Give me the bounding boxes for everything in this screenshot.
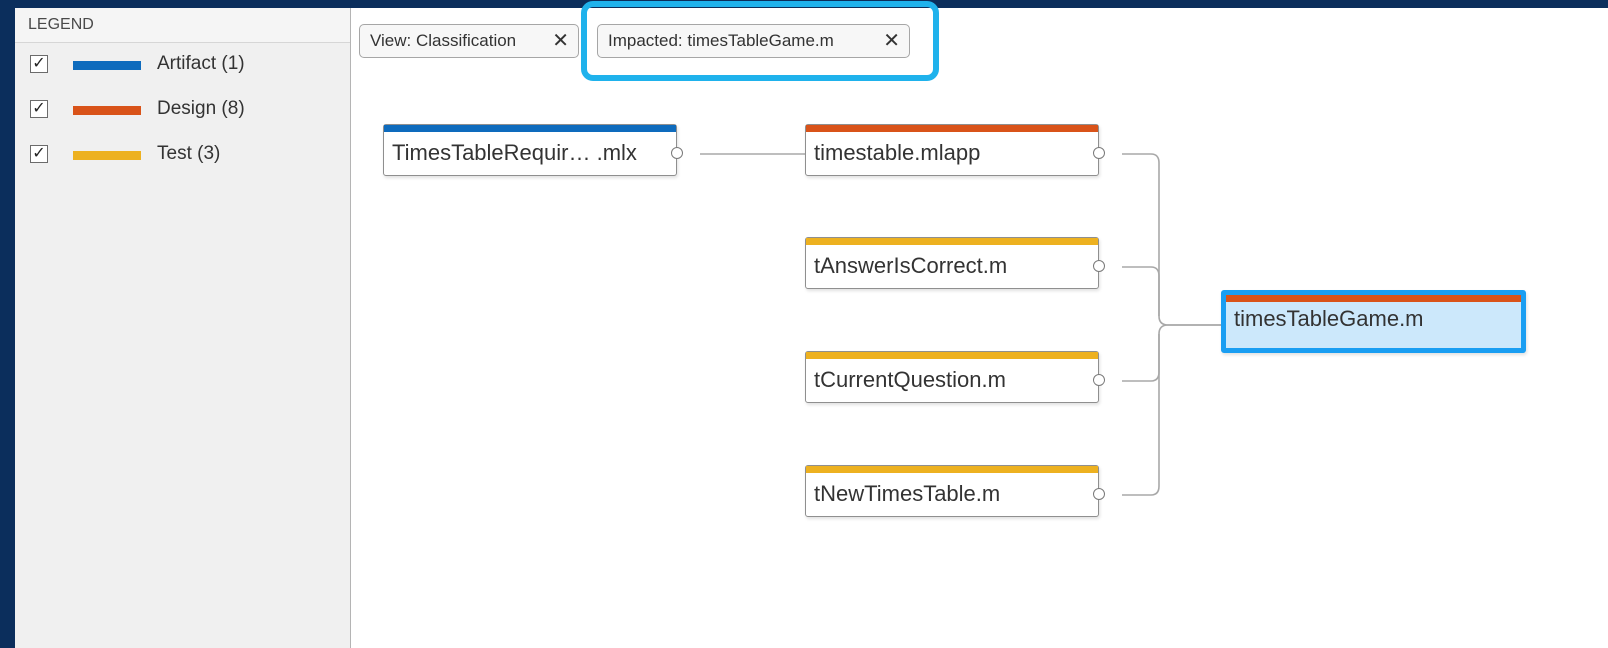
edge-t1-to-game [1122, 266, 1160, 316]
impacted-filter-chip: Impacted: timesTableGame.m ✕ [597, 24, 910, 58]
node-label: timestable.mlapp [814, 140, 981, 165]
node-timestablegame-selected[interactable]: timesTableGame.m [1221, 290, 1526, 353]
legend-item-label: Artifact (1) [157, 53, 245, 74]
view-filter-chip: View: Classification ✕ [359, 24, 579, 58]
node-timestablerequirements[interactable]: TimesTableRequir… .mlx [383, 124, 683, 176]
edge-t3-to-game [1122, 334, 1160, 496]
close-icon[interactable]: ✕ [552, 25, 569, 57]
impacted-filter-label: Impacted: timesTableGame.m [608, 31, 834, 50]
output-port-icon [1093, 488, 1105, 500]
node-label: TimesTableRequir… .mlx [392, 140, 637, 165]
legend-item-test[interactable]: ✓ Test (3) [15, 140, 350, 170]
legend-item-label: Test (3) [157, 143, 221, 164]
artifact-category-bar [384, 125, 676, 132]
test-category-bar [806, 466, 1098, 473]
output-port-icon [1093, 260, 1105, 272]
node-label: tCurrentQuestion.m [814, 367, 1006, 392]
graph-canvas[interactable]: View: Classification ✕ Impacted: timesTa… [351, 1, 1608, 648]
design-checkbox[interactable]: ✓ [30, 100, 48, 118]
output-port-icon [671, 147, 683, 159]
test-checkbox[interactable]: ✓ [30, 145, 48, 163]
legend-item-label: Design (8) [157, 98, 245, 119]
view-filter-label: View: Classification [370, 31, 517, 50]
design-color-swatch [73, 106, 141, 115]
artifact-checkbox[interactable]: ✓ [30, 55, 48, 73]
node-label: tAnswerIsCorrect.m [814, 253, 1008, 278]
node-label: tNewTimesTable.m [814, 481, 1001, 506]
output-port-icon [1093, 374, 1105, 386]
app-frame: LEGEND ✓ Artifact (1) ✓ Design (8) ✓ Tes… [15, 1, 1608, 648]
legend-item-artifact[interactable]: ✓ Artifact (1) [15, 50, 350, 80]
output-port-icon [1093, 147, 1105, 159]
node-tanseriscorrect[interactable]: tAnswerIsCorrect.m [805, 237, 1105, 289]
edge-t2-to-game [1122, 324, 1169, 382]
design-category-bar [806, 125, 1098, 132]
test-color-swatch [73, 151, 141, 160]
legend-item-design[interactable]: ✓ Design (8) [15, 95, 350, 125]
test-category-bar [806, 238, 1098, 245]
node-timestable-mlapp[interactable]: timestable.mlapp [805, 124, 1105, 176]
node-label: timesTableGame.m [1234, 306, 1424, 331]
artifact-color-swatch [73, 61, 141, 70]
legend-header: LEGEND [15, 8, 350, 43]
design-category-bar [1226, 295, 1521, 302]
legend-panel: LEGEND ✓ Artifact (1) ✓ Design (8) ✓ Tes… [15, 8, 351, 648]
node-tcurrentquestion[interactable]: tCurrentQuestion.m [805, 351, 1105, 403]
test-category-bar [806, 352, 1098, 359]
edge-app-to-game [1122, 153, 1236, 326]
node-tnewtimestable[interactable]: tNewTimesTable.m [805, 465, 1105, 517]
close-icon[interactable]: ✕ [883, 25, 900, 57]
